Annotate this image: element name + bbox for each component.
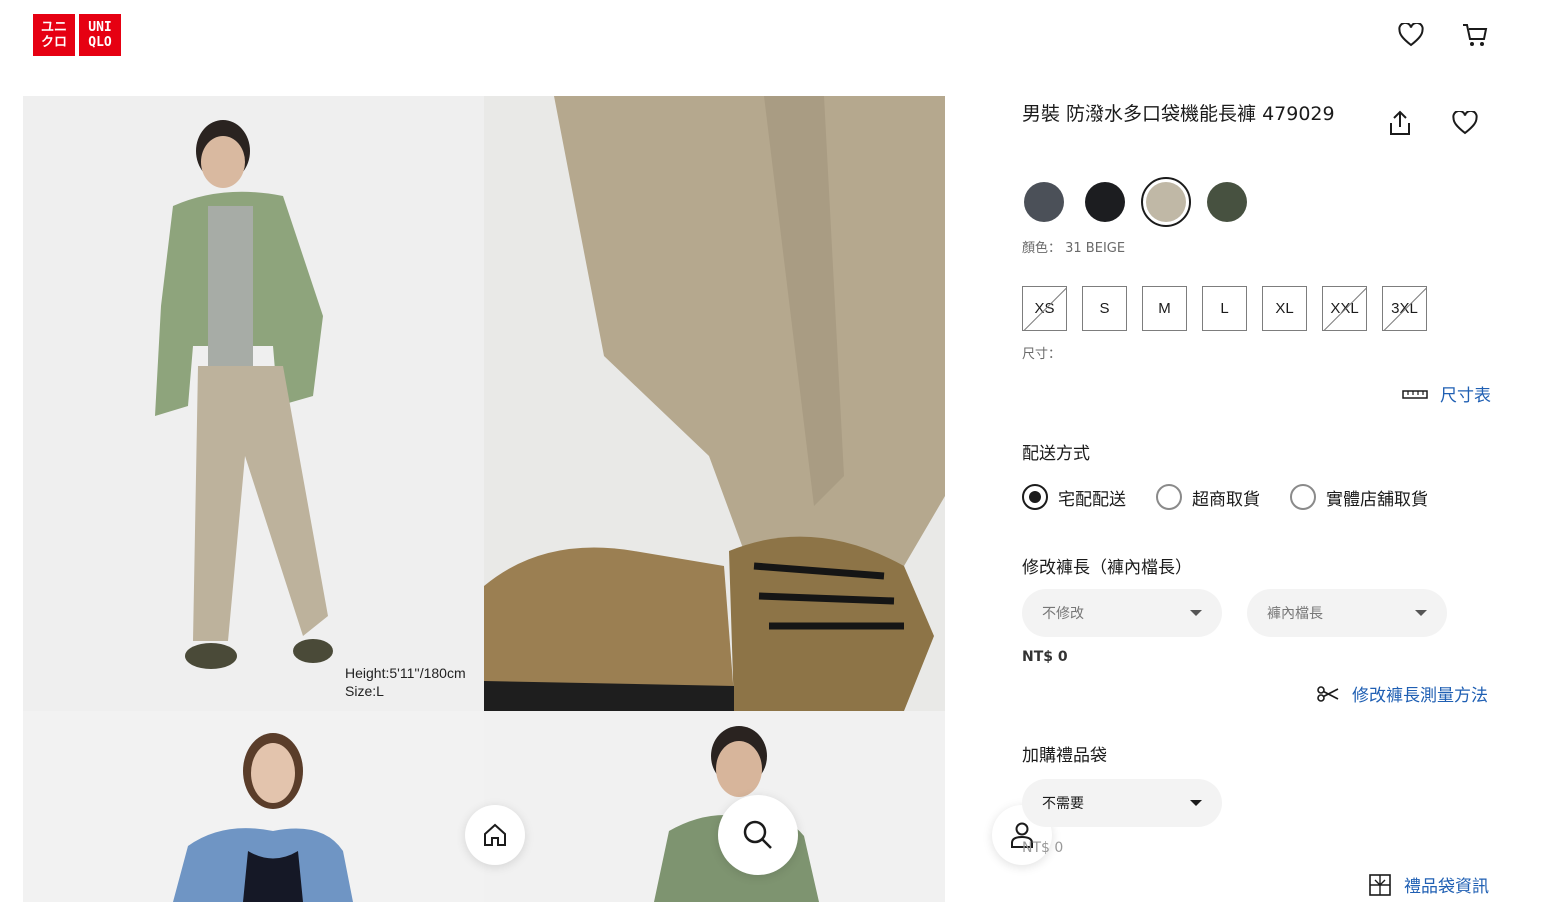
- chevron-down-icon: [1415, 610, 1427, 616]
- alteration-measure-link[interactable]: 修改褲長測量方法: [1316, 681, 1488, 706]
- men-model-image[interactable]: [484, 711, 945, 902]
- size-s[interactable]: S: [1082, 286, 1127, 331]
- gift-heading: 加購禮品袋: [1022, 746, 1107, 766]
- gift-bag-select[interactable]: 不需要: [1022, 779, 1222, 827]
- size-xxl[interactable]: XXL: [1322, 286, 1367, 331]
- color-swatch-black[interactable]: [1083, 180, 1127, 224]
- alteration-heading: 修改褲長（褲內檔長）: [1022, 558, 1192, 578]
- product-title: 男裝 防潑水多口袋機能長褲 479029: [1022, 103, 1335, 125]
- color-swatch-olive[interactable]: [1205, 180, 1249, 224]
- gift-bag-info-link[interactable]: 禮品袋資訊: [1368, 872, 1489, 897]
- size-xs[interactable]: XS: [1022, 286, 1067, 331]
- model-height: Height:5'11''/180cm: [345, 665, 466, 681]
- size-3xl[interactable]: 3XL: [1382, 286, 1427, 331]
- logo-latin: UNI QLO: [79, 14, 121, 56]
- size-chart-label: 尺寸表: [1440, 386, 1491, 406]
- model-full-image[interactable]: Height:5'11''/180cm Size:L: [23, 96, 484, 711]
- share-icon[interactable]: [1385, 108, 1415, 138]
- alteration-price: NT$ 0: [1022, 649, 1068, 665]
- inseam-length-select[interactable]: 褲內檔長: [1247, 589, 1447, 637]
- size-options: XS S M L XL XXL 3XL: [1022, 286, 1427, 331]
- search-button[interactable]: [718, 795, 798, 875]
- home-button[interactable]: [465, 805, 525, 865]
- scissors-icon: [1317, 685, 1339, 702]
- delivery-heading: 配送方式: [1022, 444, 1090, 464]
- delivery-options: 宅配配送 超商取貨 實體店舖取貨: [1022, 484, 1428, 510]
- model-size: Size:L: [345, 683, 384, 699]
- ruler-icon: [1402, 389, 1428, 399]
- product-gallery: Height:5'11''/180cm Size:L: [23, 96, 945, 902]
- gift-icon: [1369, 873, 1391, 896]
- home-icon: [484, 823, 506, 846]
- delivery-option-home[interactable]: 宅配配送: [1022, 484, 1126, 510]
- heart-icon[interactable]: [1396, 20, 1426, 50]
- color-swatch-gray[interactable]: [1022, 180, 1066, 224]
- women-model-image[interactable]: [23, 711, 484, 902]
- gift-price: NT$ 0: [1022, 840, 1064, 856]
- favorite-icon[interactable]: [1450, 108, 1480, 138]
- size-label: 尺寸：: [1022, 347, 1062, 362]
- size-chart-link[interactable]: 尺寸表: [1402, 381, 1491, 406]
- alteration-select[interactable]: 不修改: [1022, 589, 1222, 637]
- uniqlo-logo[interactable]: ユニ クロ UNI QLO: [33, 14, 121, 56]
- search-icon: [743, 820, 772, 849]
- color-swatch-beige[interactable]: [1141, 177, 1191, 227]
- logo-katakana: ユニ クロ: [33, 14, 75, 56]
- size-m[interactable]: M: [1142, 286, 1187, 331]
- chevron-down-icon: [1190, 800, 1202, 806]
- color-swatches: [1022, 177, 1249, 227]
- model-info: Height:5'11''/180cm Size:L: [345, 664, 466, 700]
- size-xl[interactable]: XL: [1262, 286, 1307, 331]
- delivery-option-store-pickup[interactable]: 實體店舖取貨: [1290, 484, 1428, 510]
- color-label: 顏色： 31 BEIGE: [1022, 241, 1126, 256]
- size-l[interactable]: L: [1202, 286, 1247, 331]
- pants-detail-image[interactable]: [484, 96, 945, 711]
- delivery-option-convenience-store[interactable]: 超商取貨: [1156, 484, 1260, 510]
- cart-icon[interactable]: [1460, 20, 1490, 50]
- chevron-down-icon: [1190, 610, 1202, 616]
